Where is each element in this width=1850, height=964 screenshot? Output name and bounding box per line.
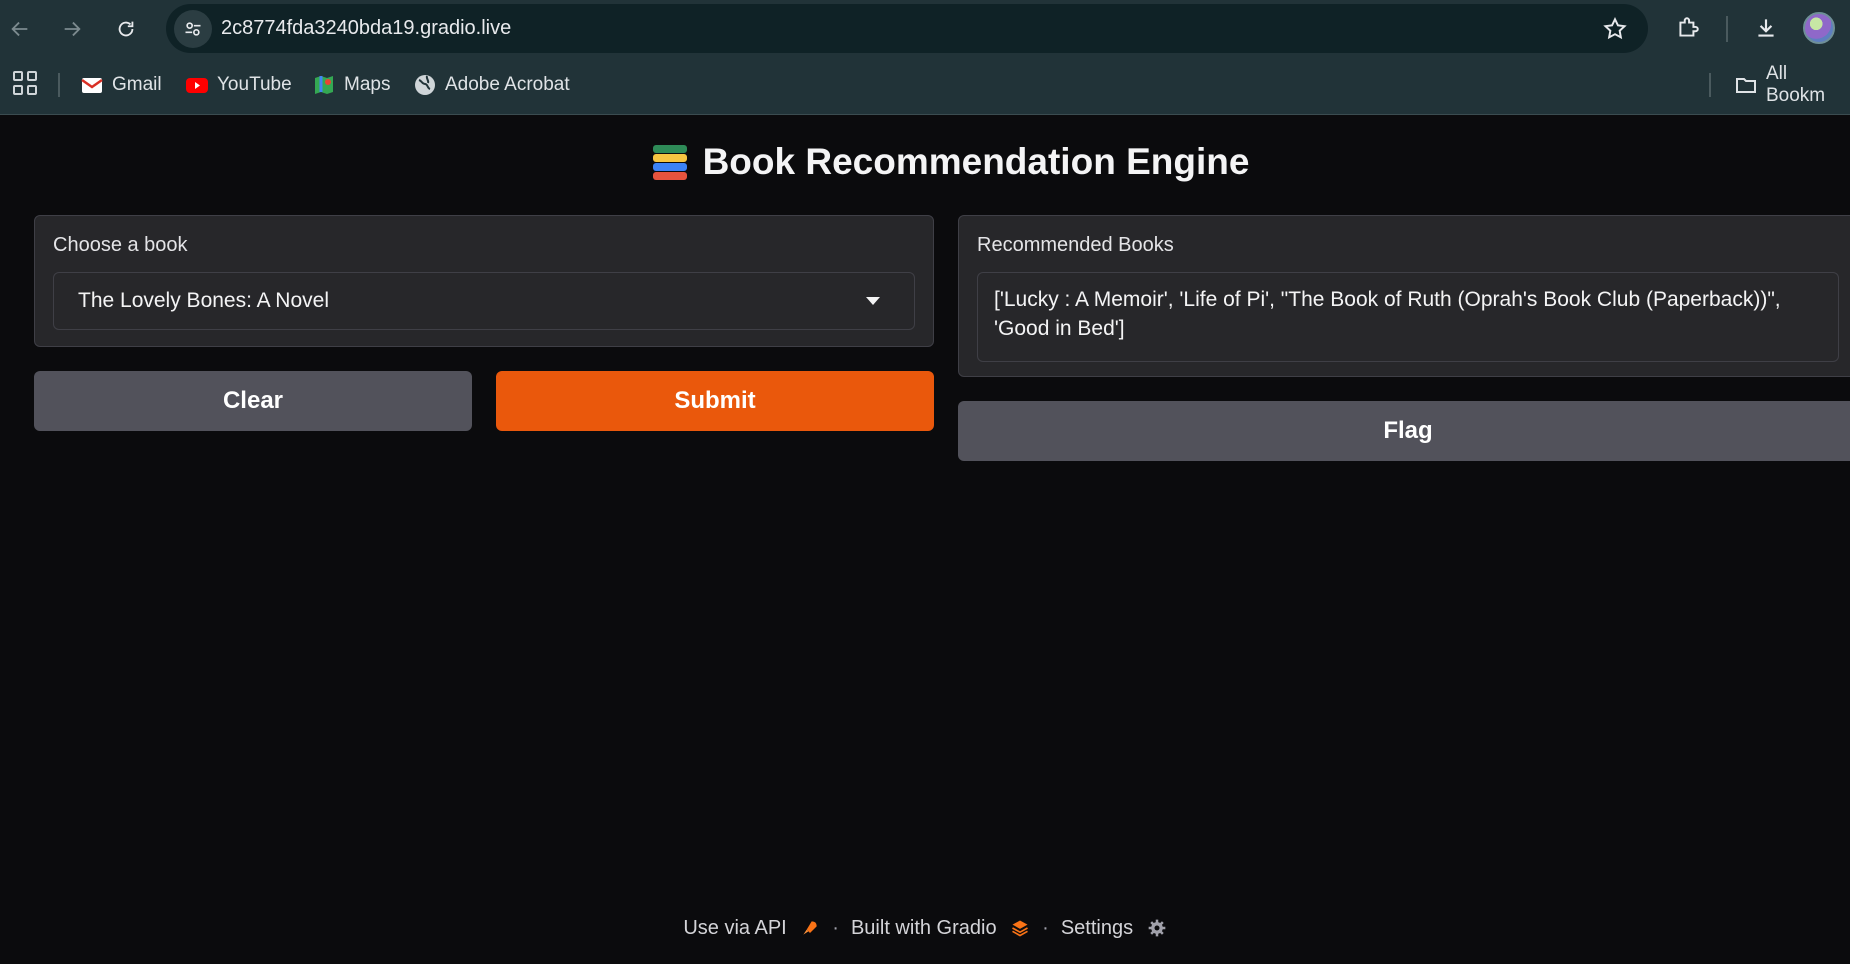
- rocket-icon: [803, 921, 817, 935]
- arrow-left-icon: [11, 21, 28, 37]
- bookmark-adobe-acrobat[interactable]: Adobe Acrobat: [413, 71, 570, 99]
- toolbar-divider: [1726, 16, 1728, 42]
- footer: Use via API · Built with Gradio · Settin…: [0, 913, 1850, 943]
- bookmark-label: Adobe Acrobat: [445, 74, 570, 95]
- site-info-button[interactable]: [174, 10, 212, 48]
- reload-button[interactable]: [108, 11, 144, 47]
- footer-separator: ·: [832, 916, 839, 939]
- all-bookmarks-label: All Bookm: [1766, 63, 1826, 106]
- bookmarks-divider: [58, 73, 60, 97]
- url-text[interactable]: 2c8774fda3240bda19.gradio.live: [221, 4, 511, 53]
- maps-icon: [312, 73, 336, 97]
- books-icon: [651, 143, 689, 181]
- input-label: Choose a book: [53, 234, 188, 256]
- puzzle-icon: [1679, 17, 1699, 37]
- download-icon: [1758, 19, 1774, 37]
- submit-button[interactable]: Submit: [496, 371, 934, 431]
- gmail-icon: [80, 73, 104, 97]
- use-via-api-link[interactable]: Use via API: [683, 917, 820, 940]
- apps-grid-icon[interactable]: [13, 71, 37, 95]
- chevron-down-icon[interactable]: [866, 297, 880, 305]
- gradio-logo-icon: [1012, 920, 1029, 937]
- forward-button[interactable]: [54, 11, 90, 47]
- browser-toolbar: 2c8774fda3240bda19.gradio.live: [0, 0, 1850, 57]
- gear-icon: [1148, 919, 1165, 937]
- downloads-button[interactable]: [1750, 12, 1782, 44]
- globe-icon: [413, 73, 437, 97]
- recommended-books-output[interactable]: ['Lucky : A Memoir', 'Life of Pi', "The …: [977, 272, 1839, 362]
- flag-button[interactable]: Flag: [958, 401, 1850, 461]
- tune-icon: [185, 22, 201, 36]
- bookmarks-bar: Gmail YouTube Maps Adobe Acrobat All Boo…: [0, 57, 1850, 115]
- extensions-button[interactable]: [1672, 12, 1704, 44]
- bookmark-maps[interactable]: Maps: [312, 71, 390, 99]
- bookmark-label: YouTube: [217, 74, 292, 95]
- bookmark-label: Gmail: [112, 74, 162, 95]
- dropdown-selected-value: The Lovely Bones: A Novel: [78, 289, 329, 312]
- input-panel: Choose a book The Lovely Bones: A Novel: [34, 215, 934, 347]
- arrow-right-icon: [64, 21, 81, 37]
- bookmark-youtube[interactable]: YouTube: [185, 71, 292, 99]
- settings-label: Settings: [1060, 916, 1134, 939]
- output-label: Recommended Books: [977, 234, 1174, 256]
- settings-link[interactable]: Settings: [1061, 917, 1167, 940]
- bookmark-label: Maps: [344, 74, 391, 95]
- footer-separator: ·: [1042, 916, 1049, 939]
- output-panel: Recommended Books ['Lucky : A Memoir', '…: [958, 215, 1850, 377]
- page-title-text: Book Recommendation Engine: [702, 141, 1250, 182]
- youtube-icon: [185, 73, 209, 97]
- bookmark-star-icon[interactable]: [1602, 16, 1628, 42]
- app-page: Book Recommendation Engine Choose a book…: [0, 115, 1850, 964]
- profile-avatar[interactable]: [1803, 12, 1835, 44]
- address-bar[interactable]: 2c8774fda3240bda19.gradio.live: [166, 4, 1648, 53]
- all-bookmarks-folder[interactable]: All Bookm: [1734, 63, 1850, 106]
- use-via-api-label: Use via API: [683, 916, 787, 939]
- folder-icon: [1734, 73, 1758, 97]
- bookmark-gmail[interactable]: Gmail: [80, 71, 162, 99]
- bookmarks-divider: [1709, 73, 1711, 97]
- built-with-gradio-link[interactable]: Built with Gradio: [851, 917, 1030, 940]
- back-button[interactable]: [2, 11, 38, 47]
- book-dropdown[interactable]: The Lovely Bones: A Novel: [53, 272, 915, 330]
- built-with-gradio-label: Built with Gradio: [850, 916, 997, 939]
- clear-button[interactable]: Clear: [34, 371, 472, 431]
- reload-icon: [118, 21, 134, 37]
- page-title: Book Recommendation Engine: [0, 141, 1850, 183]
